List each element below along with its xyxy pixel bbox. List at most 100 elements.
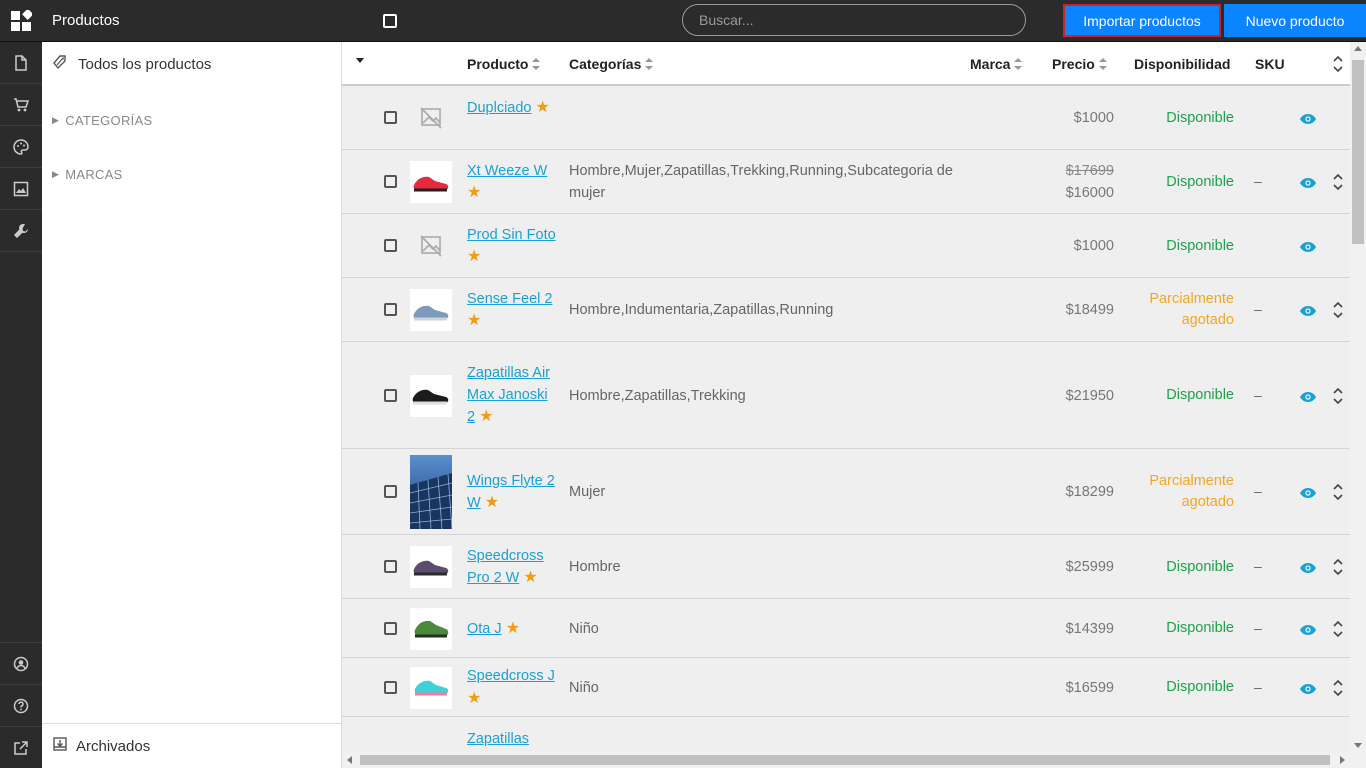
star-icon[interactable]: ★ xyxy=(485,494,499,511)
app-logo-icon[interactable] xyxy=(0,0,42,42)
row-checkbox[interactable] xyxy=(384,485,397,498)
scroll-right-arrow-icon[interactable] xyxy=(1340,756,1345,764)
product-categories: Hombre,Indumentaria,Zapatillas,Running xyxy=(569,302,834,318)
star-icon[interactable]: ★ xyxy=(467,248,481,265)
archived-link[interactable]: Archivados xyxy=(42,723,342,768)
product-link[interactable]: Xt Weeze W xyxy=(467,163,547,179)
scroll-down-arrow-icon[interactable] xyxy=(1354,743,1362,748)
eye-icon[interactable] xyxy=(1299,112,1317,124)
scroll-up-arrow-icon[interactable] xyxy=(1354,46,1362,51)
product-link[interactable]: Duplciado xyxy=(467,100,532,116)
reorder-icon[interactable] xyxy=(1332,619,1344,639)
row-checkbox[interactable] xyxy=(384,239,397,252)
bulk-actions-caret-icon[interactable] xyxy=(356,58,364,63)
product-link[interactable]: Wings Flyte 2 W xyxy=(467,473,555,512)
image-icon[interactable] xyxy=(0,168,42,210)
eye-icon[interactable] xyxy=(1299,176,1317,188)
table-row[interactable]: Zapatillas Air Max Janoski 2 ★ Hombre,Zap… xyxy=(342,342,1350,449)
row-checkbox[interactable] xyxy=(384,175,397,188)
table-row[interactable]: Xt Weeze W ★ Hombre,Mujer,Zapatillas,Trek… xyxy=(342,150,1350,214)
select-all-checkbox[interactable] xyxy=(383,14,397,28)
wrench-icon[interactable] xyxy=(0,210,42,252)
availability-status: Disponible xyxy=(1166,173,1234,190)
new-product-button[interactable]: Nuevo producto xyxy=(1224,4,1366,37)
table-row[interactable]: Zapatillas xyxy=(342,717,1350,752)
table-row[interactable]: Ota J ★ Niño $14399 Disponible – xyxy=(342,599,1350,658)
header-product[interactable]: Producto xyxy=(467,56,541,72)
row-checkbox[interactable] xyxy=(384,303,397,316)
eye-icon[interactable] xyxy=(1299,561,1317,573)
product-categories: Hombre xyxy=(569,559,621,575)
star-icon[interactable]: ★ xyxy=(506,620,520,637)
categories-tree-toggle[interactable]: ▶ CATEGORÍAS xyxy=(52,113,153,128)
vertical-scrollbar[interactable] xyxy=(1350,42,1366,752)
product-link[interactable]: Zapatillas xyxy=(467,731,529,747)
current-price: $16000 xyxy=(1065,185,1114,201)
star-icon[interactable]: ★ xyxy=(479,408,493,425)
reorder-icon[interactable] xyxy=(1332,557,1344,577)
table-row[interactable]: Speedcross J ★ Niño $16599 Disponible – xyxy=(342,658,1350,717)
header-brand[interactable]: Marca xyxy=(970,56,1023,72)
eye-icon[interactable] xyxy=(1299,486,1317,498)
row-checkbox[interactable] xyxy=(384,680,397,694)
reorder-icon[interactable] xyxy=(1332,386,1344,406)
brands-tree-toggle[interactable]: ▶ MARCAS xyxy=(52,167,123,182)
search-input[interactable] xyxy=(682,4,1026,36)
vertical-scroll-thumb[interactable] xyxy=(1352,60,1364,244)
eye-icon[interactable] xyxy=(1299,623,1317,635)
header-categories[interactable]: Categorías xyxy=(569,56,654,72)
top-bar: Productos Importar productos Nuevo produ… xyxy=(0,0,1366,42)
availability-status: Disponible xyxy=(1166,387,1234,403)
product-name: Duplciado ★ xyxy=(467,97,557,120)
eye-icon[interactable] xyxy=(1299,682,1317,694)
all-products-link[interactable]: Todos los productos xyxy=(52,54,211,74)
star-icon[interactable]: ★ xyxy=(536,99,550,116)
row-checkbox[interactable] xyxy=(384,388,397,402)
reorder-icon[interactable] xyxy=(1332,172,1344,192)
table-row[interactable]: Duplciado ★ $1000 Disponible xyxy=(342,86,1350,150)
product-name: Xt Weeze W ★ xyxy=(467,161,557,205)
scroll-left-arrow-icon[interactable] xyxy=(347,756,352,764)
product-link[interactable]: Speedcross J xyxy=(467,668,555,684)
star-icon[interactable]: ★ xyxy=(467,312,481,329)
product-name: Zapatillas xyxy=(467,729,557,751)
horizontal-scroll-thumb[interactable] xyxy=(360,755,1330,765)
user-circle-icon[interactable] xyxy=(0,642,42,684)
import-products-button[interactable]: Importar productos xyxy=(1063,4,1221,37)
old-price: $17699 xyxy=(1065,163,1114,179)
horizontal-scrollbar[interactable] xyxy=(342,752,1350,768)
table-row[interactable]: Speedcross Pro 2 W ★ Hombre $25999 Disponib… xyxy=(342,535,1350,599)
header-sku: SKU xyxy=(1255,56,1285,72)
row-checkbox[interactable] xyxy=(384,621,397,635)
external-link-icon[interactable] xyxy=(0,726,42,768)
eye-icon[interactable] xyxy=(1299,240,1317,252)
product-thumbnail xyxy=(410,374,452,417)
product-link[interactable]: Sense Feel 2 xyxy=(467,291,552,307)
table-row[interactable]: Sense Feel 2 ★ Hombre,Indumentaria,Zapati… xyxy=(342,278,1350,342)
reorder-icon[interactable] xyxy=(1332,300,1344,320)
table-row[interactable]: Prod Sin Foto ★ $1000 Disponible xyxy=(342,214,1350,278)
document-icon[interactable] xyxy=(0,42,42,84)
product-price: $18499 xyxy=(1065,302,1114,318)
row-checkbox[interactable] xyxy=(384,560,397,573)
product-thumbnail xyxy=(410,161,452,203)
product-link[interactable]: Prod Sin Foto xyxy=(467,227,556,243)
archived-label: Archivados xyxy=(76,737,151,755)
help-icon[interactable] xyxy=(0,684,42,726)
eye-icon[interactable] xyxy=(1299,304,1317,316)
cart-icon[interactable] xyxy=(0,84,42,126)
palette-icon[interactable] xyxy=(0,126,42,168)
star-icon[interactable]: ★ xyxy=(523,569,537,586)
reorder-icon[interactable] xyxy=(1332,678,1344,698)
star-icon[interactable]: ★ xyxy=(467,184,481,201)
product-link[interactable]: Ota J xyxy=(467,621,502,637)
reorder-icon[interactable] xyxy=(1332,54,1344,74)
reorder-icon[interactable] xyxy=(1332,482,1344,502)
row-checkbox[interactable] xyxy=(384,111,397,124)
table-row[interactable]: Wings Flyte 2 W ★ Mujer $18299 Parcialmente… xyxy=(342,449,1350,535)
eye-icon[interactable] xyxy=(1299,390,1317,402)
product-thumbnail xyxy=(410,546,452,588)
star-icon[interactable]: ★ xyxy=(467,690,481,707)
header-price[interactable]: Precio xyxy=(1052,56,1107,72)
product-sku: – xyxy=(1254,678,1262,695)
